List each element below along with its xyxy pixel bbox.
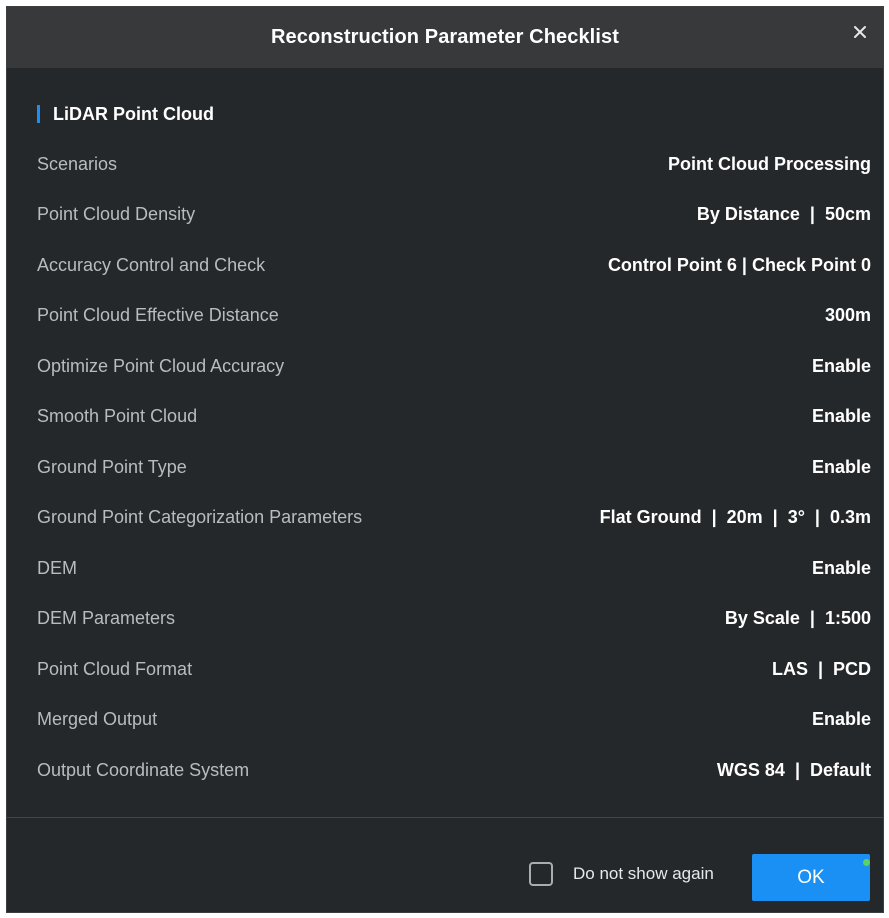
do-not-show-again-checkbox[interactable] <box>529 862 553 886</box>
param-label: Output Coordinate System <box>37 759 250 780</box>
param-value: WGS 84 | Default <box>716 759 871 780</box>
param-value: By Scale | 1:500 <box>724 608 871 629</box>
section-header: LiDAR Point Cloud <box>37 103 214 125</box>
ok-button[interactable]: OK <box>752 854 870 901</box>
param-value: Point Cloud Processing <box>667 153 871 174</box>
param-value: By Distance | 50cm <box>696 204 871 225</box>
close-icon <box>854 26 866 38</box>
param-value: Enable <box>811 709 871 730</box>
param-value: Enable <box>811 355 871 376</box>
param-row-scenarios: Scenarios Point Cloud Processing <box>37 139 871 190</box>
param-row-output-coordinate-system: Output Coordinate System WGS 84 | Defaul… <box>37 745 871 796</box>
param-label: Smooth Point Cloud <box>37 406 198 427</box>
param-value: Enable <box>811 557 871 578</box>
parameter-checklist-dialog: Reconstruction Parameter Checklist LiDAR… <box>6 6 884 913</box>
param-label: Accuracy Control and Check <box>37 254 266 275</box>
param-value: Control Point 6 | Check Point 0 <box>607 254 871 275</box>
do-not-show-again-label: Do not show again <box>573 864 714 883</box>
section-title: LiDAR Point Cloud <box>53 103 214 124</box>
param-row-ground-categorization: Ground Point Categorization Parameters F… <box>37 493 871 544</box>
param-value: Enable <box>811 456 871 477</box>
param-label: DEM Parameters <box>37 608 176 629</box>
param-label: Point Cloud Density <box>37 204 196 225</box>
param-row-point-cloud-density: Point Cloud Density By Distance | 50cm <box>37 190 871 241</box>
param-label: Point Cloud Format <box>37 658 193 679</box>
param-row-accuracy-control: Accuracy Control and Check Control Point… <box>37 240 871 291</box>
param-label: DEM <box>37 557 77 578</box>
param-value: 300m <box>824 305 871 326</box>
dialog-footer: Do not show again OK <box>7 818 883 912</box>
param-row-point-cloud-format: Point Cloud Format LAS | PCD <box>37 644 871 695</box>
section-accent-bar <box>37 105 40 123</box>
param-row-optimize-accuracy: Optimize Point Cloud Accuracy Enable <box>37 341 871 392</box>
dialog-titlebar: Reconstruction Parameter Checklist <box>7 7 883 68</box>
close-button[interactable] <box>849 21 871 43</box>
param-label: Ground Point Categorization Parameters <box>37 507 363 528</box>
param-row-merged-output: Merged Output Enable <box>37 695 871 746</box>
parameter-list: Scenarios Point Cloud Processing Point C… <box>37 139 871 796</box>
param-label: Merged Output <box>37 709 158 730</box>
param-value: Flat Ground | 20m | 3° | 0.3m <box>599 507 871 528</box>
param-label: Ground Point Type <box>37 456 187 477</box>
param-row-ground-point-type: Ground Point Type Enable <box>37 442 871 493</box>
param-label: Optimize Point Cloud Accuracy <box>37 355 285 376</box>
param-row-dem: DEM Enable <box>37 543 871 594</box>
param-value: Enable <box>811 406 871 427</box>
param-label: Point Cloud Effective Distance <box>37 305 279 326</box>
param-label: Scenarios <box>37 153 118 174</box>
status-dot-icon <box>863 859 870 866</box>
ok-button-label: OK <box>797 866 825 888</box>
param-row-smooth-point-cloud: Smooth Point Cloud Enable <box>37 392 871 443</box>
dialog-title: Reconstruction Parameter Checklist <box>271 26 619 48</box>
param-row-dem-parameters: DEM Parameters By Scale | 1:500 <box>37 594 871 645</box>
param-row-effective-distance: Point Cloud Effective Distance 300m <box>37 291 871 342</box>
do-not-show-again-option[interactable]: Do not show again <box>529 862 714 886</box>
param-value: LAS | PCD <box>771 658 871 679</box>
